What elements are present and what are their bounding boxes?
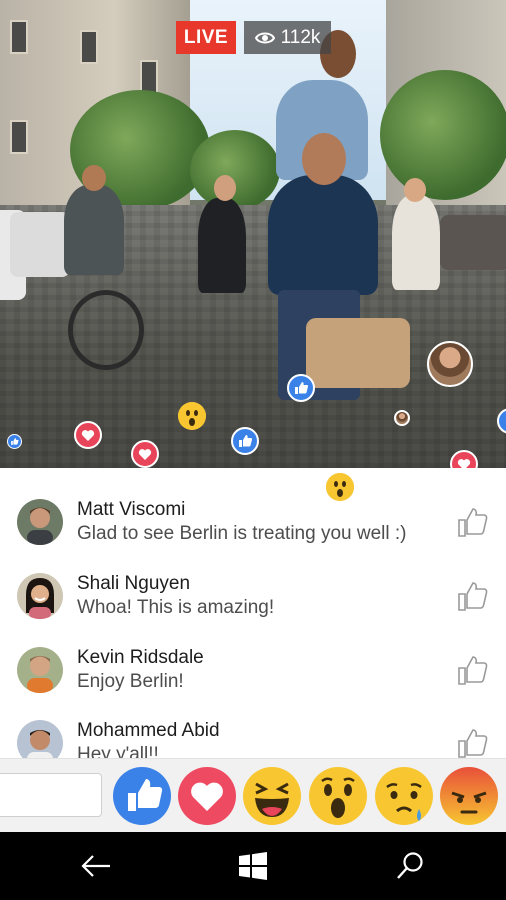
floating-heart-icon: [74, 421, 102, 449]
commenter-name[interactable]: Kevin Ridsdale: [77, 647, 204, 669]
start-button[interactable]: [233, 846, 273, 886]
commenter-avatar: [17, 499, 63, 545]
comment-text: Enjoy Berlin!: [77, 671, 184, 692]
comment-text: Whoa! This is amazing!: [77, 597, 275, 618]
commenter-avatar: [17, 573, 63, 619]
back-button[interactable]: [76, 846, 116, 886]
video-person-head: [404, 178, 426, 202]
love-reaction-icon: [178, 767, 236, 825]
wow-reaction-icon: [309, 767, 367, 825]
back-arrow-icon: [81, 855, 110, 877]
reaction-haha-button[interactable]: [243, 767, 301, 825]
angry-reaction-icon: [440, 767, 498, 825]
reaction-love-button[interactable]: [178, 767, 236, 825]
live-video[interactable]: LIVE 112k: [0, 0, 506, 468]
video-tree: [380, 70, 506, 200]
video-person-head: [82, 165, 106, 191]
comment-text: Hey y'all!!: [77, 744, 159, 758]
comment-item: Kevin Ridsdale Enjoy Berlin!: [0, 647, 506, 721]
like-comment-icon[interactable]: [456, 505, 490, 539]
like-reaction-icon: [113, 767, 171, 825]
video-person: [198, 198, 246, 293]
floating-like-icon: [287, 374, 315, 402]
floating-heart-icon: [131, 440, 159, 468]
viewer-count: 112k: [244, 21, 331, 54]
video-car: [440, 215, 506, 270]
like-comment-icon[interactable]: [456, 653, 490, 687]
viewer-count-value: 112k: [280, 26, 321, 48]
commenter-avatar: [17, 720, 63, 758]
like-comment-icon[interactable]: [456, 579, 490, 613]
like-comment-icon[interactable]: [456, 726, 490, 758]
comments-list[interactable]: Matt Viscomi Glad to see Berlin is treat…: [0, 468, 506, 758]
reaction-angry-button[interactable]: [440, 767, 498, 825]
commenter-name[interactable]: Matt Viscomi: [77, 499, 185, 521]
comment-input[interactable]: [0, 773, 102, 817]
video-tree: [190, 130, 280, 210]
comment-item: Matt Viscomi Glad to see Berlin is treat…: [0, 499, 506, 573]
video-person: [64, 185, 124, 275]
commenter-name[interactable]: Shali Nguyen: [77, 573, 190, 595]
haha-reaction-icon: [243, 767, 301, 825]
video-person: [392, 195, 440, 290]
reaction-sad-button[interactable]: [375, 767, 433, 825]
comment-text: Glad to see Berlin is treating you well …: [77, 523, 407, 544]
reaction-bar: [0, 758, 506, 832]
search-icon: [397, 852, 423, 879]
commenter-avatar: [17, 647, 63, 693]
reaction-like-button[interactable]: [113, 767, 171, 825]
sad-reaction-icon: [375, 767, 433, 825]
reaction-wow-button[interactable]: [309, 767, 367, 825]
video-bike-basket: [306, 318, 410, 388]
video-bike-wheel: [68, 290, 144, 370]
viewer-avatar-float: [427, 341, 473, 387]
live-badge: LIVE: [176, 21, 236, 54]
comment-item: Shali Nguyen Whoa! This is amazing!: [0, 573, 506, 647]
windows-logo-icon: [239, 852, 267, 880]
video-person-head: [214, 175, 236, 201]
eye-icon: [254, 32, 275, 43]
video-person-head: [302, 133, 346, 185]
floating-wow-icon: [178, 402, 206, 430]
video-car: [10, 212, 70, 277]
floating-like-icon: [7, 434, 22, 449]
floating-like-icon: [231, 427, 259, 455]
floating-wow-icon: [326, 473, 354, 501]
search-button[interactable]: [390, 846, 430, 886]
system-nav-bar: [0, 832, 506, 900]
comment-item: Mohammed Abid Hey y'all!!: [0, 720, 506, 758]
commenter-name[interactable]: Mohammed Abid: [77, 720, 220, 742]
video-person: [268, 175, 378, 295]
viewer-avatar-float: [394, 410, 410, 426]
